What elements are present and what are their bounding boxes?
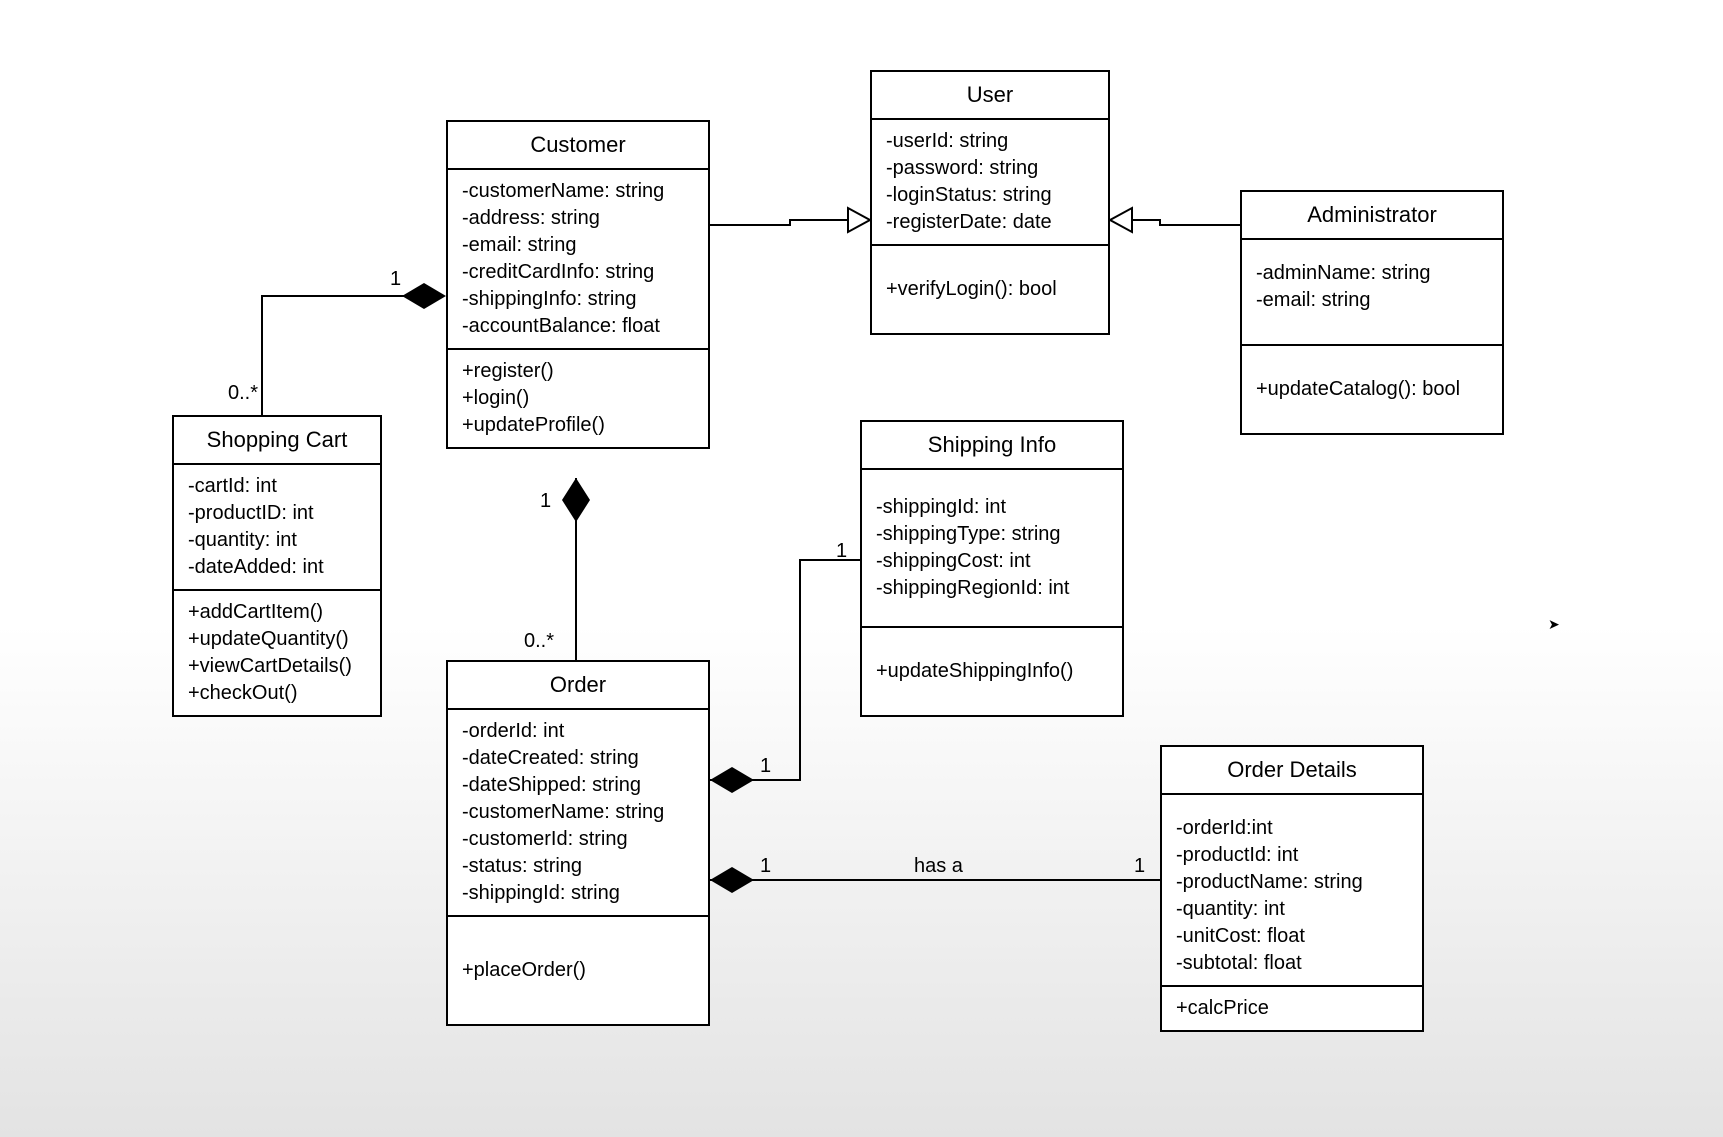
multiplicity-label: 1 [540,490,551,513]
class-shopping-cart-operations: +addCartItem() +updateQuantity() +viewCa… [174,591,380,715]
operation: +addCartItem() [188,599,366,626]
attribute: -email: string [1256,287,1488,314]
attribute: -productName: string [1176,869,1408,896]
class-order-operations: +placeOrder() [448,917,708,1024]
operation: +calcPrice [1176,995,1408,1022]
multiplicity-label: 1 [836,540,847,563]
class-customer-attributes: -customerName: string -address: string -… [448,170,708,350]
operation: +placeOrder() [462,957,694,984]
attribute: -subtotal: float [1176,950,1408,977]
attribute: -customerId: string [462,826,694,853]
attribute: -customerName: string [462,178,694,205]
class-shipping-info-name: Shipping Info [862,422,1122,470]
attribute: -creditCardInfo: string [462,259,694,286]
class-order-details: Order Details -orderId:int -productId: i… [1160,745,1424,1032]
attribute: -dateAdded: int [188,554,366,581]
class-customer: Customer -customerName: string -address:… [446,120,710,449]
attribute: -address: string [462,205,694,232]
attribute: -password: string [886,155,1094,182]
attribute: -productId: int [1176,842,1408,869]
uml-canvas: User -userId: string -password: string -… [0,0,1723,1137]
class-shopping-cart-attributes: -cartId: int -productID: int -quantity: … [174,465,380,591]
association-label: has a [914,855,963,878]
attribute: -shippingCost: int [876,548,1108,575]
class-user-operations: +verifyLogin(): bool [872,246,1108,333]
attribute: -loginStatus: string [886,182,1094,209]
attribute: -status: string [462,853,694,880]
multiplicity-label: 1 [1134,855,1145,878]
attribute: -dateShipped: string [462,772,694,799]
class-shipping-info-attributes: -shippingId: int -shippingType: string -… [862,470,1122,628]
multiplicity-label: 0..* [524,630,554,653]
operation: +viewCartDetails() [188,653,366,680]
class-administrator-attributes: -adminName: string -email: string [1242,240,1502,346]
attribute: -shippingRegionId: int [876,575,1108,602]
class-shipping-info-operations: +updateShippingInfo() [862,628,1122,715]
multiplicity-label: 1 [390,268,401,291]
class-customer-operations: +register() +login() +updateProfile() [448,350,708,447]
operation: +login() [462,385,694,412]
cursor-icon: ➤ [1548,616,1560,633]
operation: +register() [462,358,694,385]
class-shopping-cart: Shopping Cart -cartId: int -productID: i… [172,415,382,717]
attribute: -shippingType: string [876,521,1108,548]
multiplicity-label: 0..* [228,382,258,405]
class-order: Order -orderId: int -dateCreated: string… [446,660,710,1026]
class-order-details-attributes: -orderId:int -productId: int -productNam… [1162,795,1422,987]
attribute: -cartId: int [188,473,366,500]
attribute: -customerName: string [462,799,694,826]
class-shopping-cart-name: Shopping Cart [174,417,380,465]
attribute: -shippingId: int [876,494,1108,521]
class-order-attributes: -orderId: int -dateCreated: string -date… [448,710,708,917]
attribute: -quantity: int [1176,896,1408,923]
attribute: -registerDate: date [886,209,1094,236]
attribute: -productID: int [188,500,366,527]
attribute: -orderId: int [462,718,694,745]
operation: +checkOut() [188,680,366,707]
multiplicity-label: 1 [760,855,771,878]
attribute: -quantity: int [188,527,366,554]
attribute: -accountBalance: float [462,313,694,340]
class-shipping-info: Shipping Info -shippingId: int -shipping… [860,420,1124,717]
operation: +updateQuantity() [188,626,366,653]
attribute: -dateCreated: string [462,745,694,772]
class-order-name: Order [448,662,708,710]
class-user-name: User [872,72,1108,120]
class-customer-name: Customer [448,122,708,170]
attribute: -shippingId: string [462,880,694,907]
class-user-attributes: -userId: string -password: string -login… [872,120,1108,246]
class-administrator: Administrator -adminName: string -email:… [1240,190,1504,435]
class-user: User -userId: string -password: string -… [870,70,1110,335]
attribute: -adminName: string [1256,260,1488,287]
operation: +updateCatalog(): bool [1256,376,1488,403]
operation: +verifyLogin(): bool [886,276,1094,303]
attribute: -shippingInfo: string [462,286,694,313]
operation: +updateShippingInfo() [876,658,1108,685]
class-order-details-name: Order Details [1162,747,1422,795]
attribute: -email: string [462,232,694,259]
attribute: -unitCost: float [1176,923,1408,950]
attribute: -orderId:int [1176,815,1408,842]
class-order-details-operations: +calcPrice [1162,987,1422,1030]
attribute: -userId: string [886,128,1094,155]
class-administrator-operations: +updateCatalog(): bool [1242,346,1502,433]
operation: +updateProfile() [462,412,694,439]
multiplicity-label: 1 [760,755,771,778]
class-administrator-name: Administrator [1242,192,1502,240]
